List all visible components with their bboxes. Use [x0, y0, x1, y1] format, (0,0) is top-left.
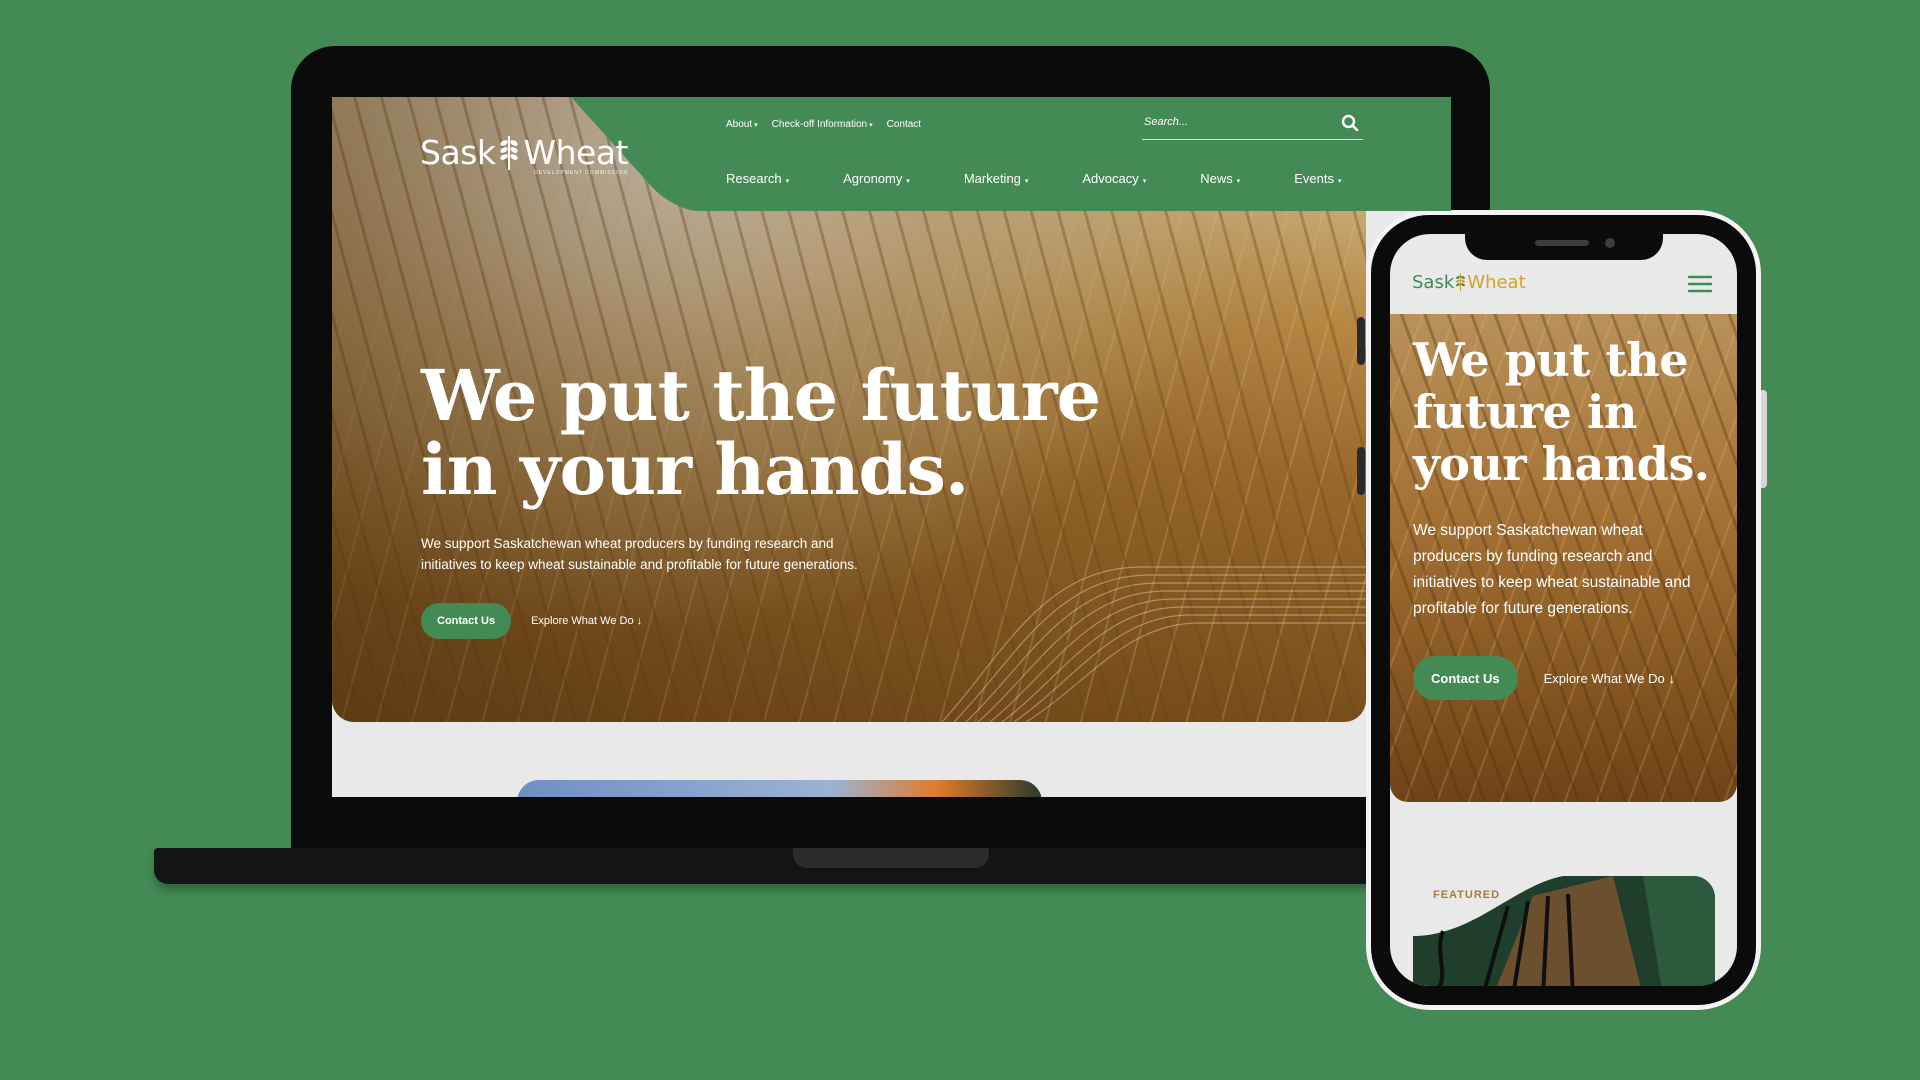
mobile-contact-us-button[interactable]: Contact Us: [1413, 656, 1518, 700]
wheat-logo-icon: [1456, 273, 1466, 292]
phone-overlap-shadow: [1357, 317, 1365, 365]
chevron-down-icon: ▾: [1140, 178, 1147, 185]
featured-image-peek: [517, 780, 1042, 797]
mobile-hero-content: We put the future in your hands. We supp…: [1413, 334, 1713, 700]
main-nav-marketing[interactable]: Marketing ▾: [964, 171, 1029, 186]
util-nav-about[interactable]: About ▾: [726, 119, 758, 130]
mobile-featured-label: FEATURED: [1433, 889, 1501, 901]
main-nav: Research ▾ Agronomy ▾ Marketing ▾ Advoca…: [726, 171, 1395, 186]
phone-side-button: [1760, 390, 1767, 488]
main-nav-research[interactable]: Research ▾: [726, 171, 789, 186]
mobile-hero-description: We support Saskatchewan wheat producers …: [1413, 522, 1691, 617]
arrow-down-icon: ↓: [1664, 670, 1675, 686]
chevron-down-icon: ▾: [904, 178, 910, 185]
desktop-screen: Sask Wheat DEVELOPMENT COMMISSION About ▾…: [332, 97, 1451, 797]
main-nav-advocacy[interactable]: Advocacy ▾: [1082, 171, 1146, 186]
chevron-down-icon: ▾: [754, 122, 758, 129]
hero-title: We put the future in your hands.: [421, 354, 1101, 511]
phone-speaker: [1535, 240, 1589, 246]
logo-text-sask: Sask: [420, 133, 496, 172]
mobile-explore-what-we-do-link[interactable]: Explore What We Do ↓: [1544, 671, 1675, 686]
hero-description: We support Saskatchewan wheat producers …: [421, 536, 858, 572]
mobile-hero-title: We put the future in your hands.: [1413, 333, 1710, 491]
hero-actions: Contact Us Explore What We Do ↓: [421, 603, 1141, 639]
util-nav-contact[interactable]: Contact: [887, 119, 921, 130]
sask-wheat-logo[interactable]: Sask Wheat DEVELOPMENT COMMISSION: [420, 133, 628, 176]
chevron-down-icon: ▾: [869, 122, 873, 129]
main-nav-agronomy[interactable]: Agronomy ▾: [843, 171, 910, 186]
util-nav-checkoff-information[interactable]: Check-off Information ▾: [772, 119, 873, 130]
mobile-screen: Sask Wheat We put the future in your han…: [1390, 234, 1737, 986]
phone-camera: [1605, 238, 1615, 248]
mobile-sask-wheat-logo[interactable]: Sask Wheat: [1412, 272, 1526, 293]
arrow-down-icon: ↓: [633, 615, 643, 627]
mobile-logo-text-sask: Sask: [1412, 272, 1455, 293]
search-input[interactable]: [1142, 115, 1326, 129]
hamburger-menu-icon[interactable]: [1688, 274, 1712, 294]
chevron-down-icon: ▾: [1335, 178, 1342, 185]
laptop-notch: [793, 848, 989, 868]
chevron-down-icon: ▾: [1234, 178, 1241, 185]
wheat-logo-icon: [500, 136, 519, 170]
hero-content: We put the future in your hands. We supp…: [421, 359, 1141, 639]
logo-text-wheat: Wheat: [523, 133, 628, 172]
phone-overlap-shadow: [1357, 447, 1365, 495]
mobile-hero: We put the future in your hands. We supp…: [1390, 314, 1737, 802]
logo-subtitle: DEVELOPMENT COMMISSION: [534, 170, 628, 176]
chevron-down-icon: ▾: [783, 178, 790, 185]
explore-what-we-do-link[interactable]: Explore What We Do ↓: [531, 615, 642, 627]
contact-us-button[interactable]: Contact Us: [421, 603, 512, 639]
chevron-down-icon: ▾: [1022, 178, 1029, 185]
mobile-hero-actions: Contact Us Explore What We Do ↓: [1413, 656, 1713, 700]
search-box: [1142, 109, 1363, 140]
main-nav-events[interactable]: Events ▾: [1294, 171, 1341, 186]
main-nav-news[interactable]: News ▾: [1200, 171, 1240, 186]
utility-nav: About ▾ Check-off Information ▾ Contact: [726, 119, 921, 130]
mobile-logo-text-wheat: Wheat: [1467, 272, 1526, 293]
search-icon[interactable]: [1341, 114, 1359, 132]
